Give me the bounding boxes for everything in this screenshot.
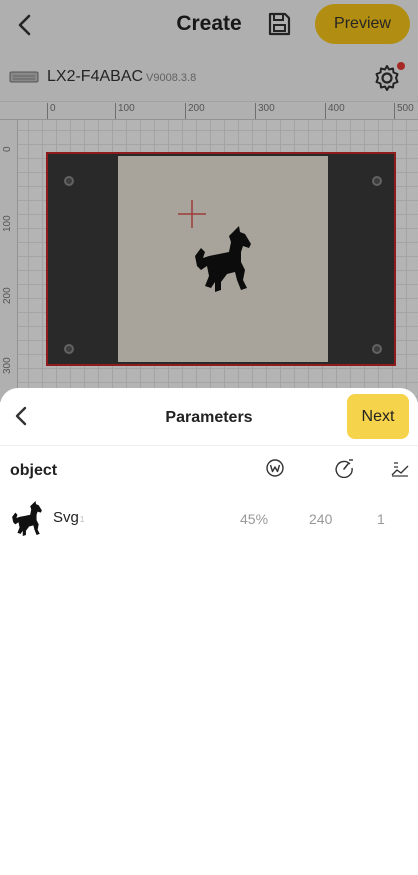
object-column-label: object (10, 462, 58, 479)
object-name: Svg1 (53, 509, 84, 526)
power-value[interactable]: 45% (240, 511, 268, 527)
column-header: object (0, 454, 418, 484)
svg-thumbnail (12, 500, 42, 536)
object-index: 1 (79, 515, 85, 524)
object-row[interactable]: Svg1 45% 240 1 (0, 498, 418, 540)
passes-value[interactable]: 1 (377, 511, 385, 527)
passes-icon (391, 462, 409, 477)
speed-gauge-icon (335, 459, 353, 478)
sheet-header: Parameters Next (0, 388, 418, 446)
parameters-sheet: Parameters Next object Svg1 45% 240 1 (0, 388, 418, 875)
power-w-icon (266, 459, 284, 477)
speed-value[interactable]: 240 (309, 511, 332, 527)
next-button[interactable]: Next (347, 394, 409, 439)
object-name-label: Svg (53, 509, 79, 526)
modal-backdrop[interactable] (0, 0, 418, 402)
